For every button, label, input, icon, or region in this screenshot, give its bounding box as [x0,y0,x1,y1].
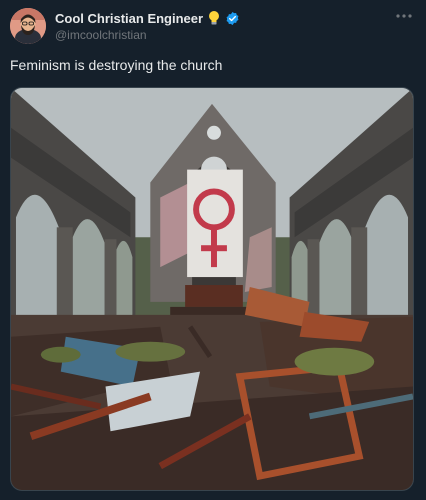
author-handle[interactable]: @imcoolchristian [55,28,147,42]
avatar[interactable] [10,8,46,44]
more-horizontal-icon [396,14,412,18]
display-name[interactable]: Cool Christian Engineer [55,11,203,26]
ruined-church-illustration [11,88,413,490]
verified-badge-icon[interactable] [225,11,240,26]
lightbulb-icon [207,10,221,26]
author-name-row: Cool Christian Engineer [55,9,240,27]
tweet-text: Feminism is destroying the church [10,57,223,73]
post-image[interactable] [10,87,414,491]
more-options-button[interactable] [394,8,414,24]
avatar-icon [10,8,46,44]
tweet-card: Cool Christian Engineer @imcoolchristian… [0,0,426,500]
